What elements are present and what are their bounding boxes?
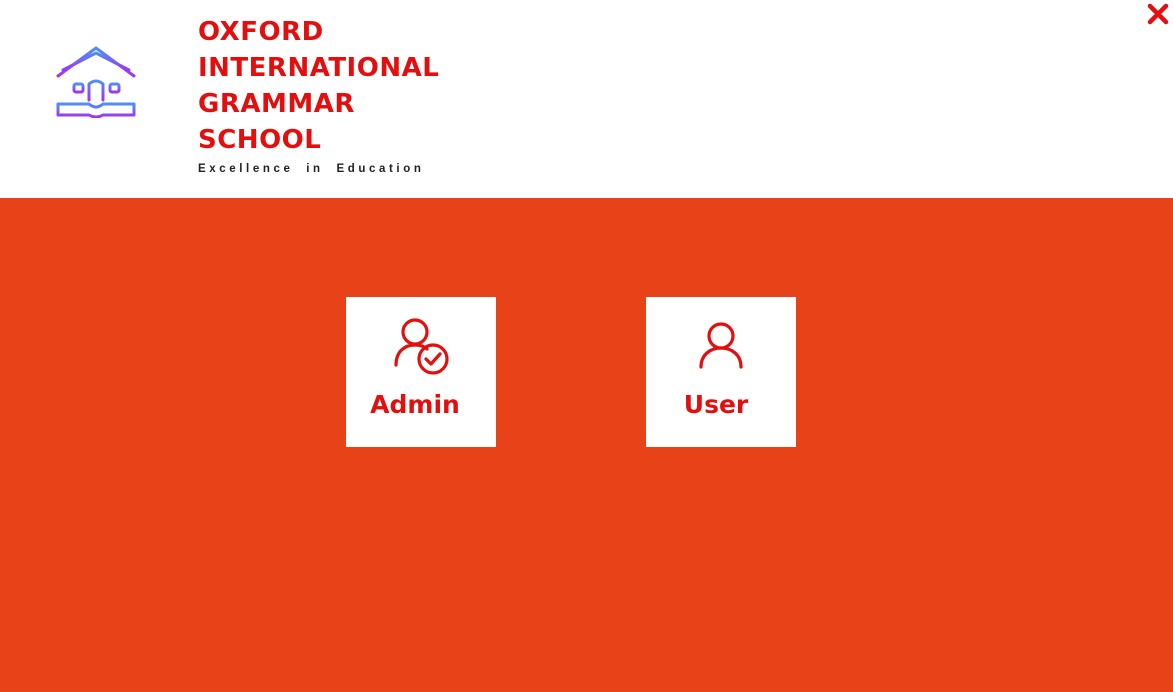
school-name-line: SCHOOL bbox=[198, 125, 322, 155]
school-house-book-icon bbox=[56, 46, 136, 118]
school-name-line: OXFORD bbox=[198, 17, 324, 47]
user-login-button[interactable]: User bbox=[646, 297, 796, 447]
user-label: User bbox=[683, 390, 749, 419]
admin-login-button[interactable]: Admin bbox=[346, 297, 496, 447]
header: OXFORD INTERNATIONAL GRAMMAR SCHOOL Exce… bbox=[0, 0, 1173, 198]
school-name-line: INTERNATIONAL bbox=[198, 53, 440, 83]
admin-label: Admin bbox=[370, 390, 460, 419]
school-name-line: GRAMMAR bbox=[198, 89, 355, 119]
close-icon[interactable] bbox=[1146, 2, 1170, 26]
school-name: OXFORD INTERNATIONAL GRAMMAR SCHOOL bbox=[198, 14, 458, 158]
user-icon bbox=[699, 322, 743, 369]
admin-user-check-icon bbox=[394, 318, 449, 375]
school-tagline: Excellence in Education bbox=[198, 163, 425, 175]
login-role-page: OXFORD INTERNATIONAL GRAMMAR SCHOOL Exce… bbox=[0, 0, 1173, 692]
